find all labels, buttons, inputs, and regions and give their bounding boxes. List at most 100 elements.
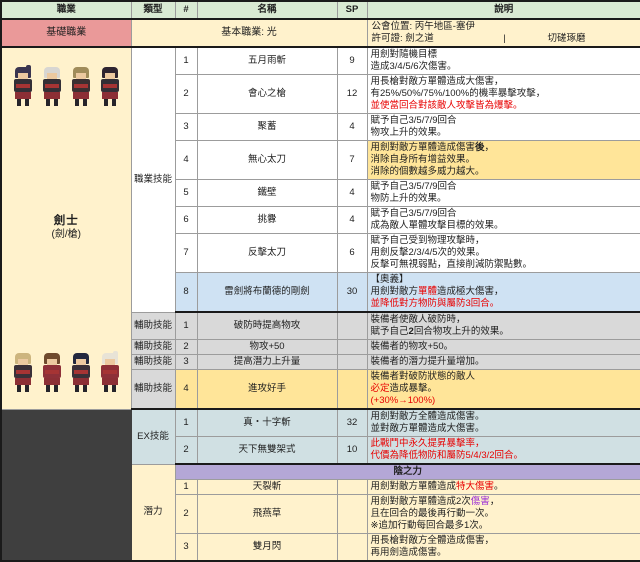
skill-description-cell: 【奧義】用劍對敵方單體造成極大傷害，並降低對方物防與屬防3回合。 (367, 273, 640, 313)
description-segment: 用長槍對敵方單體造成大傷害， (371, 76, 504, 87)
skill-number-cell: 8 (175, 273, 197, 313)
skill-sp-cell: 10 (337, 437, 367, 465)
description-segment: 裝備者的潛力提升量增加。 (371, 356, 485, 367)
skill-description-cell: 裝備者的物攻+50。 (367, 340, 640, 355)
description-segment: ， (490, 496, 500, 507)
description-segment: 代價為降低物防和屬防5/4/3/2回合。 (371, 450, 524, 461)
description-segment: 並對敵方單體造成大傷害。 (371, 423, 485, 434)
header-row: 職業 類型 # 名稱 SP 說明 (1, 1, 640, 19)
column-header-number: # (175, 1, 197, 19)
description-segment: 【奧義】 (371, 274, 409, 285)
skill-number-cell: 4 (175, 370, 197, 410)
skill-name-cell: 會心之槍 (197, 75, 337, 114)
skill-row: 劍士(劍/槍)職業技能1五月雨斬9用劍對隨機目標造成3/4/5/6次傷害。 (1, 47, 640, 75)
description-line: 消除的個數越多威力越大。 (371, 166, 639, 178)
base-job-row: 基礎職業 基本職業: 光 公會位置: 丙午地區-塞伊 許可證: 劍之道 | 切磋… (1, 19, 640, 47)
skill-name-cell: 飛燕草 (197, 495, 337, 534)
description-segment: 傷害 (471, 496, 490, 507)
job-weapons: (劍/槍) (2, 229, 131, 241)
column-header-description: 說明 (367, 1, 640, 19)
skill-number-cell: 3 (175, 534, 197, 562)
description-segment: 並使當回合對該敵人攻擊皆為爆擊。 (371, 100, 523, 111)
skill-sp-cell: 9 (337, 47, 367, 75)
skill-type-cell: 輔助技能 (131, 340, 175, 355)
skill-name-cell: 天下無雙架式 (197, 437, 337, 465)
skill-name-cell: 挑釁 (197, 207, 337, 234)
column-header-sp: SP (337, 1, 367, 19)
license-line: 許可證: 劍之道 | 切磋琢磨 (372, 33, 639, 45)
skill-type-cell: 輔助技能 (131, 370, 175, 410)
description-line: 再用劍造成傷害。 (371, 547, 639, 559)
character-sprite (40, 66, 64, 108)
skill-name-cell: 真・十字斬 (197, 409, 337, 437)
description-segment: 物攻上升的效果。 (371, 127, 447, 138)
description-line: 裝備者對破防狀態的敵人 (371, 371, 639, 383)
description-line: 代價為降低物防和屬防5/4/3/2回合。 (371, 450, 639, 462)
description-line: (+30%→100%) (371, 395, 639, 407)
description-line: 且在回合的最後再行動一次。 (371, 508, 639, 520)
description-line: 賦予自己3/5/7/9回合 (371, 208, 639, 220)
license-first: 許可證: 劍之道 (372, 33, 488, 45)
skill-name-cell: 反擊太刀 (197, 234, 337, 273)
license-divider: | (488, 33, 522, 45)
description-segment: 成為敵人單體攻擊目標的效果。 (371, 220, 504, 231)
description-line: 用長槍對敵方單體造成大傷害， (371, 76, 639, 88)
description-segment: 裝備者對破防狀態的敵人 (371, 371, 476, 382)
skill-number-cell: 5 (175, 180, 197, 207)
empty-dark-cell (1, 409, 131, 561)
description-line: 賦予自己2回合物攻上升的效果。 (371, 326, 639, 338)
job-name: 劍士 (2, 215, 131, 227)
description-line: 有25%/50%/75%/100%的機率暴擊攻擊， (371, 88, 639, 100)
description-segment: 造成3/4/5/6次傷害。 (371, 61, 457, 72)
description-line: ※追加行動每回合最多1次。 (371, 520, 639, 532)
skill-type-cell: 輔助技能 (131, 312, 175, 340)
description-line: 用劍對敵方單體造成特大傷害。 (371, 481, 639, 493)
description-line: 裝備者使敵人破防時， (371, 314, 639, 326)
description-line: 用長槍對敵方全體造成傷害， (371, 535, 639, 547)
description-segment: 賦予自己受到物理攻擊時， (371, 235, 485, 246)
skill-description-cell: 賦予自己3/5/7/9回合物防上升的效果。 (367, 180, 640, 207)
skill-description-cell: 用長槍對敵方單體造成大傷害，有25%/50%/75%/100%的機率暴擊攻擊，並… (367, 75, 640, 114)
skill-description-cell: 裝備者對破防狀態的敵人必定造成暴擊。(+30%→100%) (367, 370, 640, 410)
skill-sp-cell: 30 (337, 273, 367, 313)
description-line: 賦予自己3/5/7/9回合 (371, 181, 639, 193)
job-name-block: 劍士 (劍/槍) (2, 215, 131, 241)
description-line: 並降低對方物防與屬防3回合。 (371, 298, 639, 310)
description-line: 用劍對敵方單體造成傷害後， (371, 142, 639, 154)
description-segment: 裝備者使敵人破防時， (371, 314, 466, 325)
skill-sp-cell: 6 (337, 234, 367, 273)
guild-info-cell: 公會位置: 丙午地區-塞伊 許可證: 劍之道 | 切磋琢磨 (367, 19, 640, 47)
description-segment: 用長槍對敵方全體造成傷害， (371, 535, 495, 546)
description-segment: 用劍對敵方單體造成傷害 (371, 142, 476, 153)
skill-name-cell: 進攻好手 (197, 370, 337, 410)
description-segment: 單體 (418, 286, 437, 297)
latent-power-banner: 陰之力 (175, 464, 640, 480)
sprite-row-top (2, 60, 131, 110)
character-sprite (11, 352, 35, 394)
description-line: 用劍對隨機目標 (371, 49, 639, 61)
description-line: 成為敵人單體攻擊目標的效果。 (371, 220, 639, 232)
skill-name-cell: 物攻+50 (197, 340, 337, 355)
skill-name-cell: 雷劍將布蘭德的剛劍 (197, 273, 337, 313)
skill-description-cell: 賦予自己3/5/7/9回合物攻上升的效果。 (367, 114, 640, 141)
description-line: 消除自身所有增益效果。 (371, 154, 639, 166)
description-segment: 賦予自己 (371, 326, 409, 337)
skill-description-cell: 此戰鬥中永久提昇暴擊率，代價為降低物防和屬防5/4/3/2回合。 (367, 437, 640, 465)
sprite-row-bottom (2, 346, 131, 396)
skill-name-cell: 無心太刀 (197, 141, 337, 180)
skill-sp-cell: 32 (337, 409, 367, 437)
skill-number-cell: 1 (175, 47, 197, 75)
column-header-name: 名稱 (197, 1, 337, 19)
skill-sp-cell (337, 355, 367, 370)
skill-type-cell: EX技能 (131, 409, 175, 464)
description-line: 物攻上升的效果。 (371, 127, 639, 139)
skill-number-cell: 3 (175, 355, 197, 370)
skill-sp-cell (337, 340, 367, 355)
skill-description-cell: 用劍對敵方單體造成2次傷害，且在回合的最後再行動一次。※追加行動每回合最多1次。 (367, 495, 640, 534)
skill-sp-cell: 12 (337, 75, 367, 114)
description-segment: 反擊可無視弱點，直接削減防禦點數。 (371, 259, 533, 270)
skill-name-cell: 鐵壁 (197, 180, 337, 207)
skill-name-cell: 聚蓄 (197, 114, 337, 141)
description-segment: 有25%/50%/75%/100%的機率暴擊攻擊， (371, 88, 546, 99)
description-segment: 必定 (371, 383, 390, 394)
